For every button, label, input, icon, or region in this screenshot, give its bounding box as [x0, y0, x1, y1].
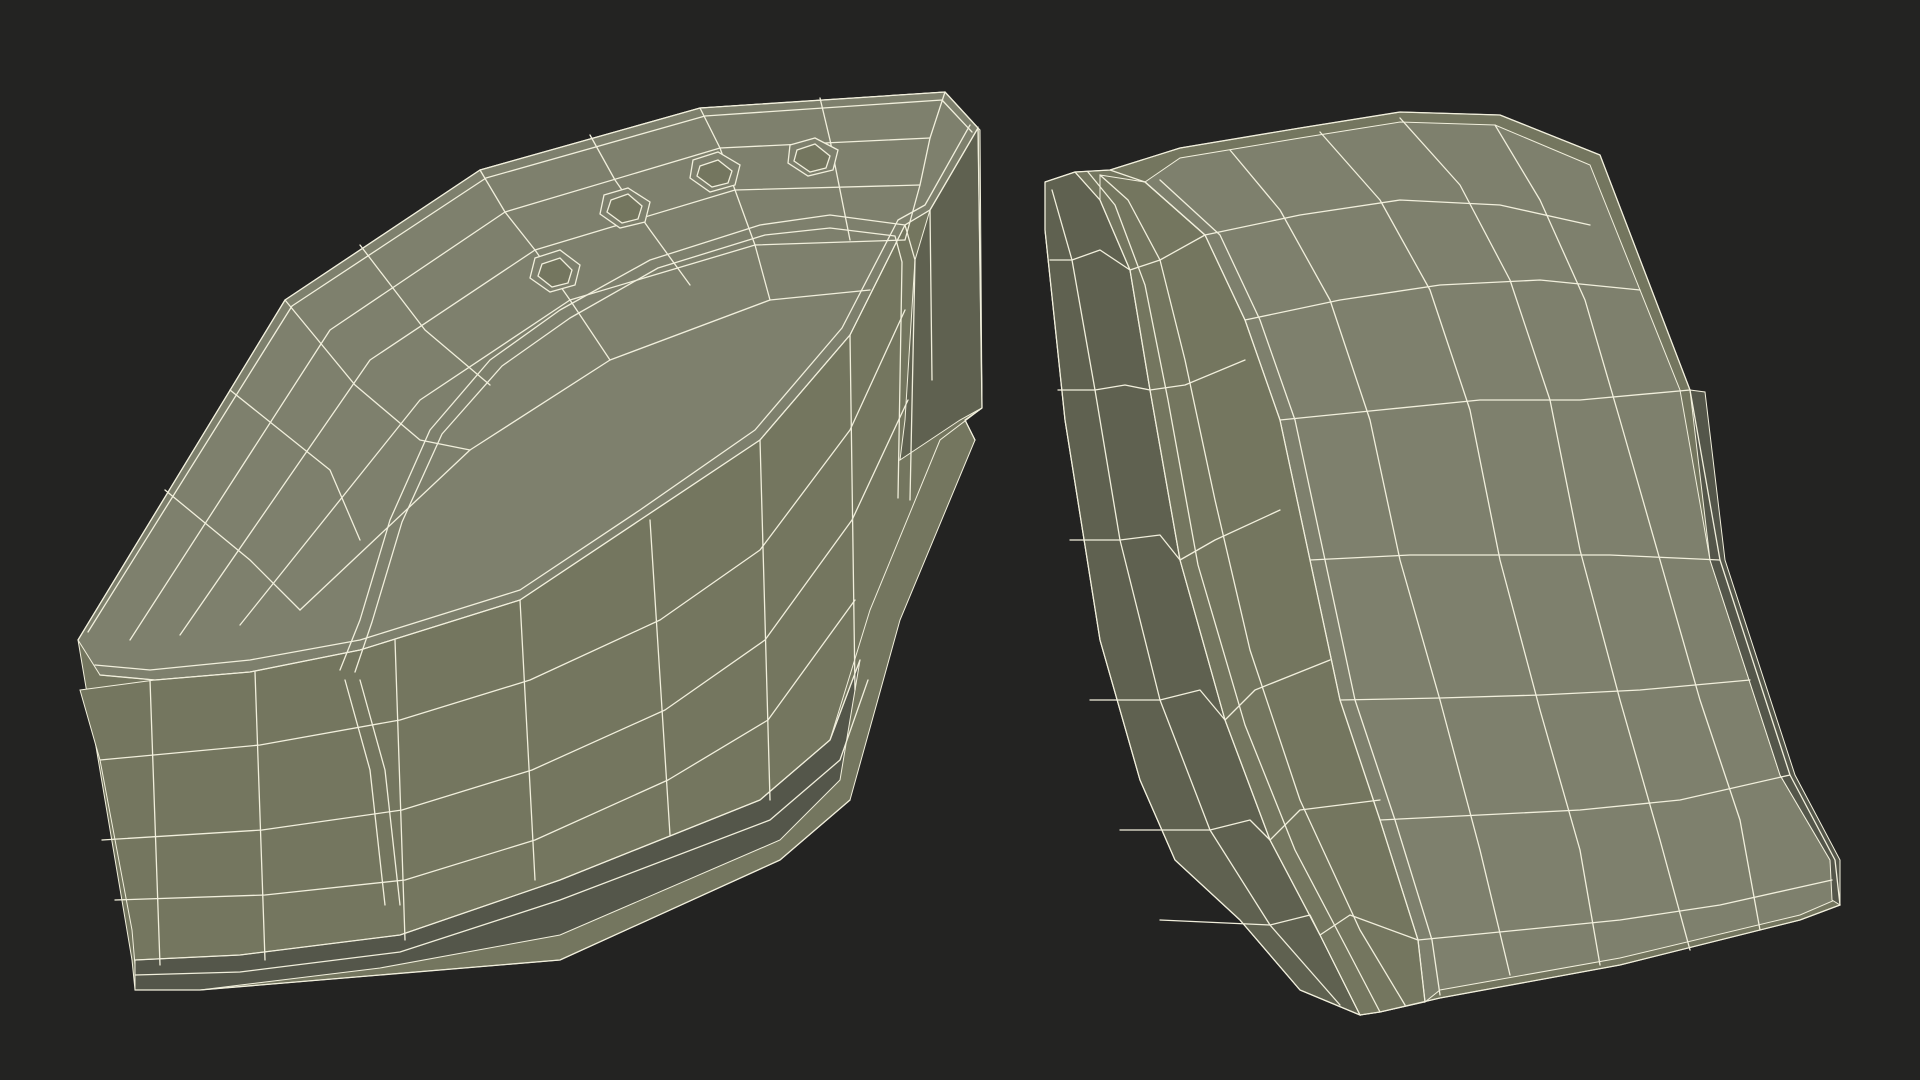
wireframe-render	[77, 91, 1841, 1016]
heel-pad-model[interactable]	[1044, 111, 1841, 1016]
toe-cap-model[interactable]	[77, 91, 983, 991]
3d-viewport[interactable]	[0, 0, 1920, 1080]
